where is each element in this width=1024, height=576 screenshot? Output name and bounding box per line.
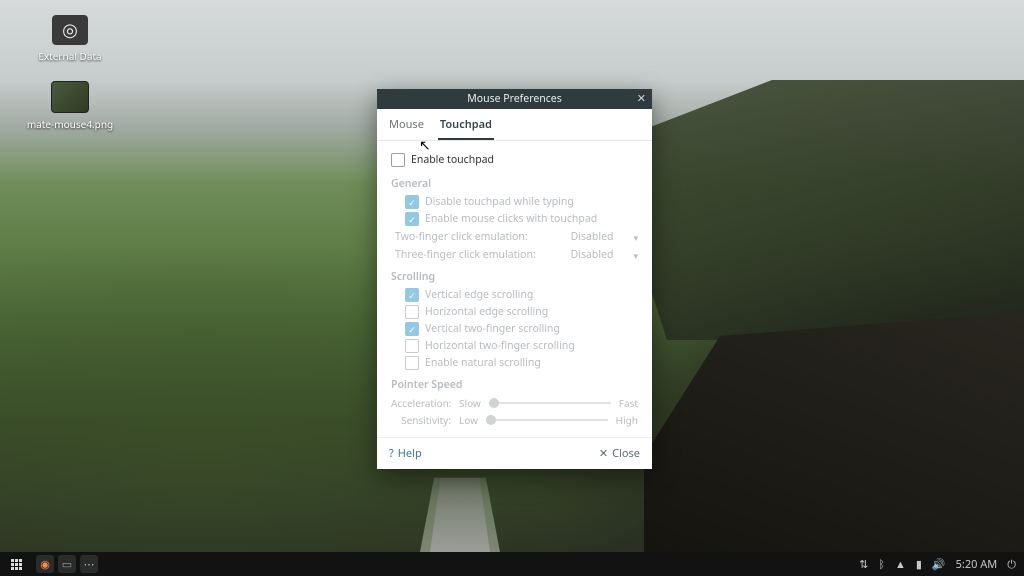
section-pointer-speed-title: Pointer Speed [391,378,638,392]
two-finger-emulation-label: Two-finger click emulation: [395,230,528,244]
desktop-icon-screenshot[interactable]: mate-mouse4.png [25,81,115,131]
three-finger-emulation-combo[interactable]: Disabled ▾ [571,248,638,262]
natural-scrolling-checkbox[interactable] [405,356,419,370]
mouse-clicks-label: Enable mouse clicks with touchpad [425,212,597,226]
vertical-edge-scrolling-label: Vertical edge scrolling [425,288,533,302]
bottom-panel: ◉ ▭ ⋯ ⇅ ᛒ ▲ ▮ 🔊 5:20 AM ⏻ [0,552,1024,576]
app-launcher-button[interactable] [6,554,26,574]
combo-value: Disabled [571,248,614,262]
sensitivity-high-label: High [616,413,638,427]
mouse-clicks-checkbox[interactable] [405,212,419,226]
dialog-content: Enable touchpad General Disable touchpad… [377,141,652,437]
acceleration-slider[interactable] [489,402,611,404]
close-button[interactable]: ✕ Close [599,446,640,461]
enable-touchpad-checkbox[interactable] [391,153,405,167]
files-task-icon[interactable]: ▭ [58,555,76,573]
clock[interactable]: 5:20 AM [956,557,998,572]
sensitivity-low-label: Low [459,413,478,427]
firefox-task-icon[interactable]: ◉ [36,555,54,573]
help-icon: ? [389,446,394,461]
apps-grid-icon [11,559,22,570]
combo-value: Disabled [571,230,614,244]
section-scrolling-title: Scrolling [391,270,638,284]
dialog-titlebar[interactable]: Mouse Preferences ✕ [377,89,652,109]
wifi-icon[interactable]: ▲ [895,557,906,572]
desktop-icon-external-data[interactable]: ◎ External Data [25,15,115,63]
vertical-twofinger-scrolling-checkbox[interactable] [405,322,419,336]
power-icon[interactable]: ⏻ [1007,557,1016,572]
chevron-down-icon: ▾ [633,249,638,262]
two-finger-emulation-combo[interactable]: Disabled ▾ [571,230,638,244]
sensitivity-slider[interactable] [486,419,608,421]
three-finger-emulation-label: Three-finger click emulation: [395,248,536,262]
tab-touchpad[interactable]: Touchpad [438,115,494,140]
network-icon[interactable]: ⇅ [859,557,868,572]
dialog-tabs: Mouse Touchpad [377,109,652,141]
acceleration-low-label: Slow [459,396,481,410]
help-button-label: Help [398,446,422,461]
section-general-title: General [391,177,638,191]
acceleration-label: Acceleration: [391,396,451,410]
tab-mouse[interactable]: Mouse [387,115,426,140]
close-button-label: Close [612,446,640,461]
horizontal-twofinger-scrolling-label: Horizontal two-finger scrolling [425,339,575,353]
volume-icon[interactable]: 🔊 [932,557,946,572]
desktop-icon-label: mate-mouse4.png [27,117,113,131]
enable-touchpad-label: Enable touchpad [411,153,494,167]
sensitivity-label: Sensitivity: [391,413,451,427]
desktop-icon-label: External Data [38,49,101,63]
mouse-preferences-dialog: Mouse Preferences ✕ Mouse Touchpad Enabl… [377,89,652,469]
close-icon: ✕ [599,446,608,461]
horizontal-twofinger-scrolling-checkbox[interactable] [405,339,419,353]
dialog-title: Mouse Preferences [467,92,562,106]
vertical-edge-scrolling-checkbox[interactable] [405,288,419,302]
disable-while-typing-checkbox[interactable] [405,195,419,209]
chevron-down-icon: ▾ [633,231,638,244]
horizontal-edge-scrolling-checkbox[interactable] [405,305,419,319]
vertical-twofinger-scrolling-label: Vertical two-finger scrolling [425,322,560,336]
help-button[interactable]: ? Help [389,446,422,461]
horizontal-edge-scrolling-label: Horizontal edge scrolling [425,305,548,319]
disable-while-typing-label: Disable touchpad while typing [425,195,574,209]
battery-icon[interactable]: ▮ [916,557,922,572]
disk-icon: ◎ [52,15,88,45]
mouse-task-icon[interactable]: ⋯ [80,555,98,573]
image-thumbnail-icon [51,81,89,113]
acceleration-high-label: Fast [619,396,638,410]
desktop-icons: ◎ External Data mate-mouse4.png [25,15,115,131]
close-icon[interactable]: ✕ [637,91,646,107]
natural-scrolling-label: Enable natural scrolling [425,356,541,370]
dialog-footer: ? Help ✕ Close [377,437,652,469]
bluetooth-icon[interactable]: ᛒ [878,557,885,572]
